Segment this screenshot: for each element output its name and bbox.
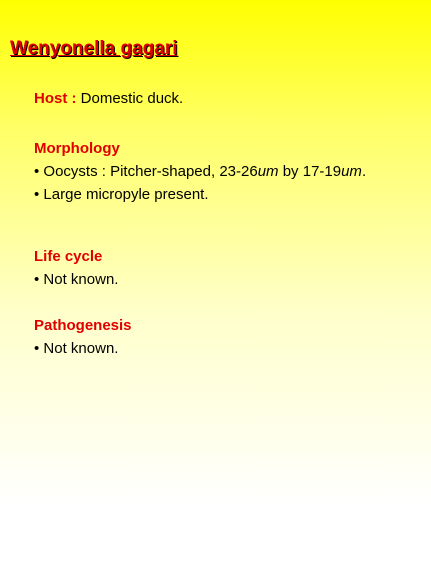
- oocyst-unit-1: um: [257, 163, 279, 180]
- oocyst-text-3: .: [361, 163, 367, 180]
- pathogenesis-heading: Pathogenesis: [34, 317, 132, 334]
- oocyst-unit-2: um: [341, 163, 362, 180]
- life-cycle-bullet: • Not known.: [34, 271, 119, 288]
- pathogenesis-bullet: • Not known.: [34, 340, 119, 357]
- micropyle-bullet: • Large micropyle present.: [34, 186, 209, 203]
- morphology-heading: Morphology: [34, 140, 120, 157]
- morphology-section: Morphology • Oocysts : Pitcher-shaped, 2…: [34, 137, 366, 206]
- host-label: Host :: [34, 90, 77, 107]
- oocyst-text-2: by 17-19: [278, 163, 342, 180]
- life-cycle-section: Life cycle • Not known.: [34, 245, 118, 291]
- oocyst-bullet: • Oocysts : Pitcher-shaped, 23-26um by 1…: [34, 160, 366, 183]
- host-line: Host : Domestic duck.: [34, 87, 183, 110]
- host-value: Domestic duck.: [76, 90, 184, 107]
- life-cycle-heading: Life cycle: [34, 248, 103, 265]
- pathogenesis-section: Pathogenesis • Not known.: [34, 314, 132, 360]
- host-section: Host : Domestic duck.: [34, 87, 183, 110]
- oocyst-text-1: • Oocysts : Pitcher-shaped, 23-26: [34, 163, 258, 180]
- slide-title: Wenyonella gagari: [10, 38, 178, 59]
